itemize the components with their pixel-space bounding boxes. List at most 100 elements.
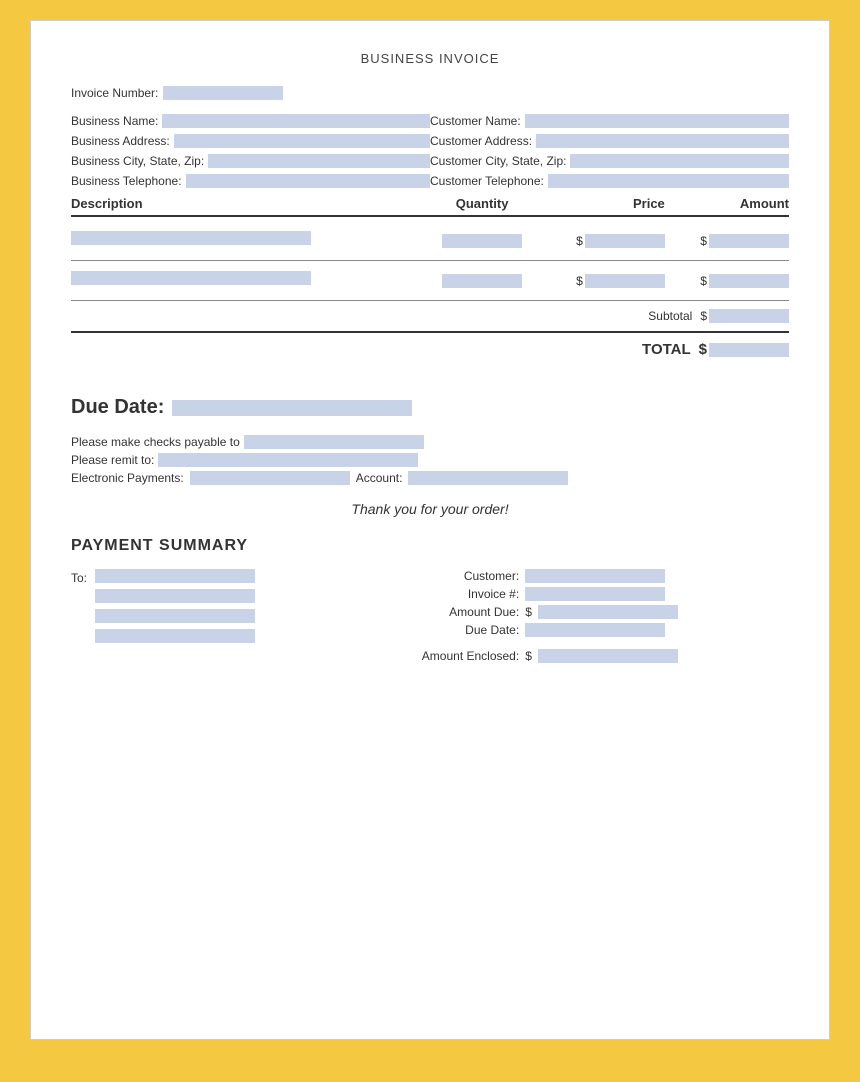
customer-name-field[interactable] bbox=[525, 114, 789, 128]
account-field[interactable] bbox=[408, 471, 568, 485]
row1-amount-cell: $ bbox=[675, 234, 789, 248]
electronic-payments-row: Electronic Payments: Account: bbox=[71, 471, 789, 485]
row1-quantity-field[interactable] bbox=[442, 234, 522, 248]
electronic-field[interactable] bbox=[190, 471, 350, 485]
invoice-number-field[interactable] bbox=[163, 86, 283, 100]
row2-amount-dollar: $ bbox=[700, 274, 707, 288]
ps-to-field-1[interactable] bbox=[95, 569, 255, 583]
checks-row: Please make checks payable to bbox=[71, 435, 789, 449]
ps-amount-enclosed-label: Amount Enclosed: bbox=[419, 649, 519, 663]
ps-amount-enclosed-field[interactable] bbox=[538, 649, 678, 663]
due-date-row: Due Date: bbox=[71, 396, 789, 419]
row1-qty-cell bbox=[414, 234, 551, 248]
invoice-title: BUSINESS INVOICE bbox=[71, 51, 789, 66]
ps-customer-field[interactable] bbox=[525, 569, 665, 583]
row2-price-cell: $ bbox=[551, 274, 675, 288]
invoice-number-row: Invoice Number: bbox=[71, 84, 789, 102]
checks-payable-field[interactable] bbox=[244, 435, 424, 449]
customer-city-label: Customer City, State, Zip: bbox=[430, 154, 566, 168]
business-city-group: Business City, State, Zip: bbox=[71, 154, 430, 168]
ps-to-field-4[interactable] bbox=[95, 629, 255, 643]
subtotal-value-field[interactable] bbox=[709, 309, 789, 323]
ps-amount-due-dollar: $ bbox=[525, 605, 532, 619]
ps-to-field-3[interactable] bbox=[95, 609, 255, 623]
customer-city-group: Customer City, State, Zip: bbox=[430, 154, 789, 168]
payment-summary-left: To: bbox=[71, 569, 379, 663]
row1-price-dollar: $ bbox=[576, 234, 583, 248]
business-name-field[interactable] bbox=[162, 114, 430, 128]
col-amount-header: Amount bbox=[675, 196, 789, 211]
thank-you-text: Thank you for your order! bbox=[71, 501, 789, 517]
ps-amount-enclosed-dollar: $ bbox=[525, 649, 532, 663]
col-description-header: Description bbox=[71, 196, 414, 211]
business-telephone-field[interactable] bbox=[186, 174, 430, 188]
business-name-label: Business Name: bbox=[71, 114, 158, 128]
due-date-field[interactable] bbox=[172, 400, 412, 416]
row2-desc-cell bbox=[71, 271, 414, 290]
ps-customer-label: Customer: bbox=[419, 569, 519, 583]
table-row: $ $ bbox=[71, 221, 789, 260]
customer-name-group: Customer Name: bbox=[430, 114, 789, 128]
ps-to-field-2[interactable] bbox=[95, 589, 255, 603]
total-label: TOTAL bbox=[611, 341, 691, 358]
customer-address-label: Customer Address: bbox=[430, 134, 532, 148]
row1-price-field[interactable] bbox=[585, 234, 665, 248]
city-row: Business City, State, Zip: Customer City… bbox=[71, 154, 789, 168]
ps-right-rows: Customer: Invoice #: Amount Due: $ Due D… bbox=[419, 569, 789, 637]
business-address-label: Business Address: bbox=[71, 134, 170, 148]
address-row: Business Address: Customer Address: bbox=[71, 134, 789, 148]
col-quantity-header: Quantity bbox=[414, 196, 551, 211]
ps-invoice-label: Invoice #: bbox=[419, 587, 519, 601]
customer-city-field[interactable] bbox=[570, 154, 789, 168]
remit-field[interactable] bbox=[158, 453, 418, 467]
ps-amount-due-field[interactable] bbox=[538, 605, 678, 619]
subtotal-row: Subtotal $ bbox=[71, 301, 789, 331]
row1-amount-field[interactable] bbox=[709, 234, 789, 248]
subtotal-field-group: $ bbox=[700, 309, 789, 323]
table-header: Description Quantity Price Amount bbox=[71, 196, 789, 217]
business-city-field[interactable] bbox=[208, 154, 430, 168]
ps-due-date-field[interactable] bbox=[525, 623, 665, 637]
subtotal-dollar: $ bbox=[700, 309, 707, 323]
ps-invoice-row: Invoice #: bbox=[419, 587, 789, 601]
account-label: Account: bbox=[356, 471, 403, 485]
row2-price-dollar: $ bbox=[576, 274, 583, 288]
ps-to-fields bbox=[95, 569, 255, 643]
row2-qty-cell bbox=[414, 274, 551, 288]
total-value-field[interactable] bbox=[709, 343, 789, 357]
checks-label: Please make checks payable to bbox=[71, 435, 240, 449]
table-row: $ $ bbox=[71, 261, 789, 300]
customer-address-group: Customer Address: bbox=[430, 134, 789, 148]
row2-amount-cell: $ bbox=[675, 274, 789, 288]
total-row: TOTAL $ bbox=[71, 333, 789, 366]
ps-amount-enclosed-row: Amount Enclosed: $ bbox=[419, 649, 789, 663]
remit-row: Please remit to: bbox=[71, 453, 789, 467]
business-telephone-group: Business Telephone: bbox=[71, 174, 430, 188]
ps-to-row: To: bbox=[71, 569, 379, 643]
subtotal-label: Subtotal bbox=[612, 309, 692, 323]
ps-invoice-field[interactable] bbox=[525, 587, 665, 601]
payment-info-section: Please make checks payable to Please rem… bbox=[71, 435, 789, 485]
row2-quantity-field[interactable] bbox=[442, 274, 522, 288]
business-name-group: Business Name: bbox=[71, 114, 430, 128]
invoice-page: BUSINESS INVOICE Invoice Number: Busines… bbox=[30, 20, 830, 1040]
ps-amount-due-label: Amount Due: bbox=[419, 605, 519, 619]
business-telephone-label: Business Telephone: bbox=[71, 174, 182, 188]
business-address-field[interactable] bbox=[174, 134, 430, 148]
total-dollar: $ bbox=[699, 341, 707, 358]
payment-summary-section: PAYMENT SUMMARY To: Cust bbox=[71, 537, 789, 663]
row2-description-field[interactable] bbox=[71, 271, 311, 285]
due-date-section: Due Date: bbox=[71, 396, 789, 419]
row1-description-field[interactable] bbox=[71, 231, 311, 245]
row1-price-cell: $ bbox=[551, 234, 675, 248]
customer-telephone-field[interactable] bbox=[548, 174, 789, 188]
payment-summary-title: PAYMENT SUMMARY bbox=[71, 537, 789, 555]
invoice-number-label: Invoice Number: bbox=[71, 86, 158, 100]
row1-amount-dollar: $ bbox=[700, 234, 707, 248]
customer-telephone-label: Customer Telephone: bbox=[430, 174, 544, 188]
row2-amount-field[interactable] bbox=[709, 274, 789, 288]
row2-price-field[interactable] bbox=[585, 274, 665, 288]
customer-address-field[interactable] bbox=[536, 134, 789, 148]
payment-summary-right: Customer: Invoice #: Amount Due: $ Due D… bbox=[419, 569, 789, 663]
invoice-table: Description Quantity Price Amount $ $ bbox=[71, 196, 789, 366]
